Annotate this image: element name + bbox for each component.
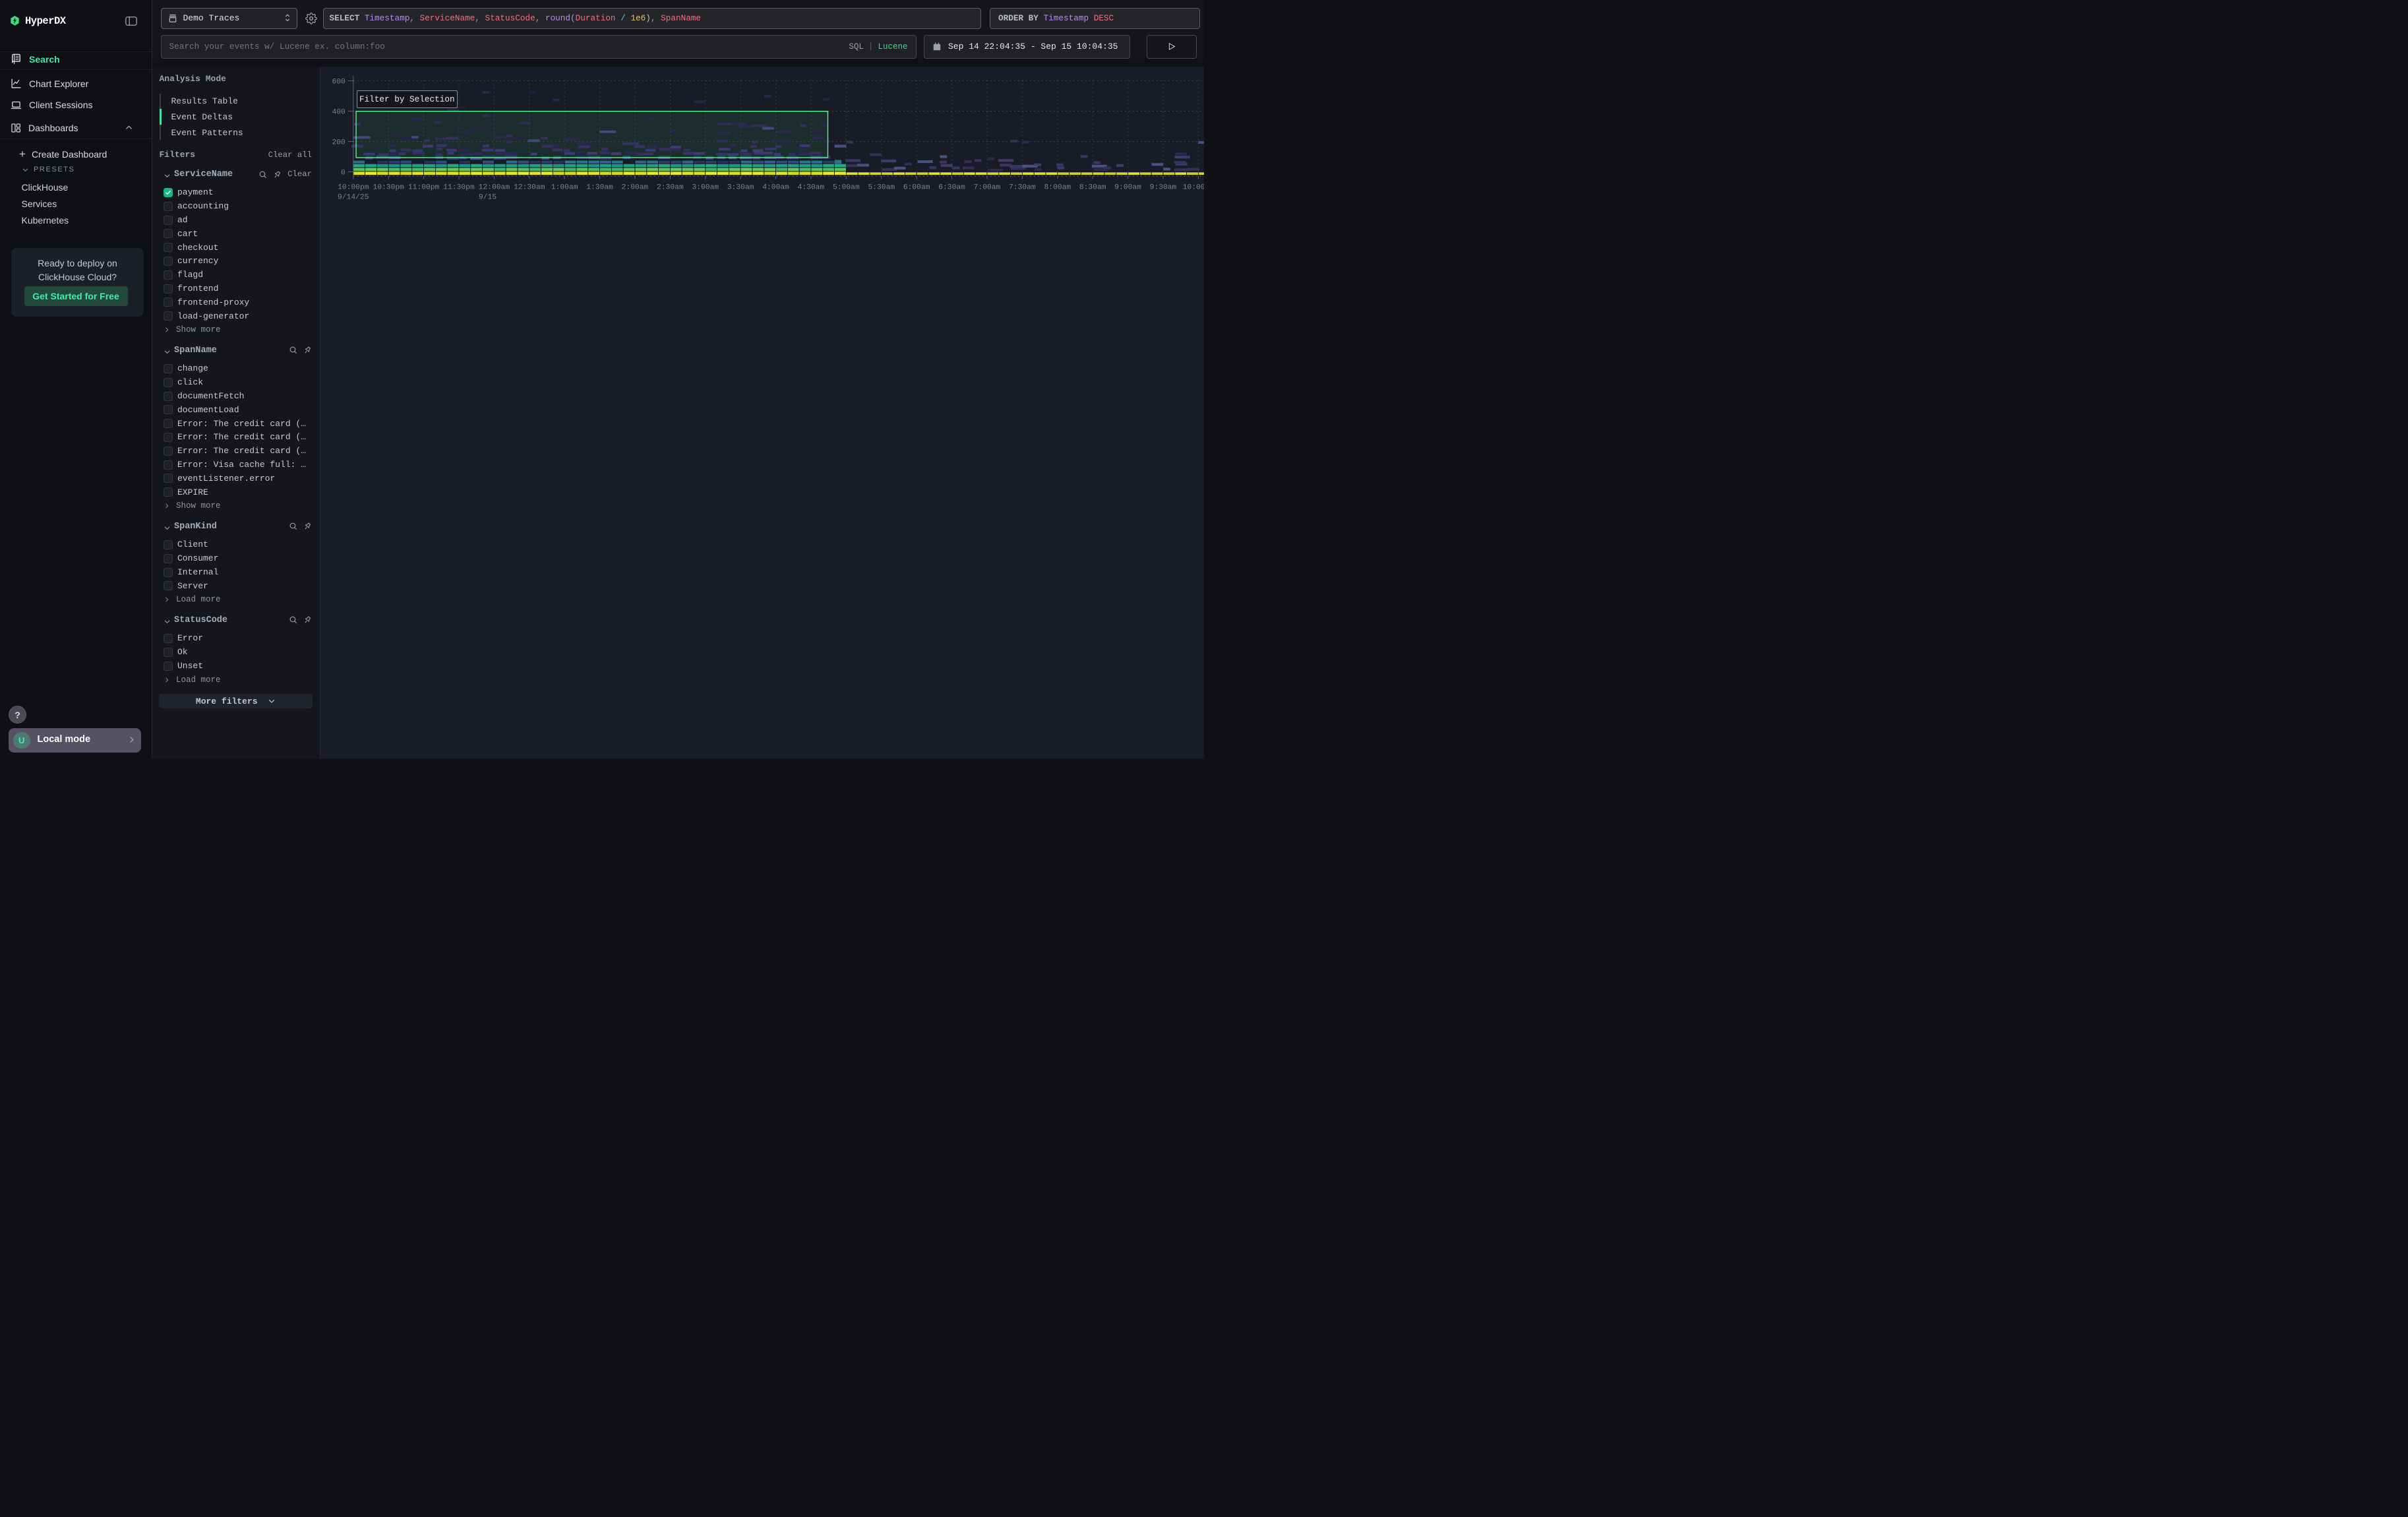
svg-text:1:00am: 1:00am xyxy=(551,184,578,192)
svg-text:400: 400 xyxy=(332,108,346,116)
svg-text:200: 200 xyxy=(332,139,346,146)
svg-text:8:30am: 8:30am xyxy=(1079,184,1106,192)
svg-text:6:00am: 6:00am xyxy=(903,184,930,192)
svg-text:4:30am: 4:30am xyxy=(798,184,825,192)
svg-text:1:30am: 1:30am xyxy=(586,184,613,192)
svg-text:600: 600 xyxy=(332,78,346,86)
svg-text:8:00am: 8:00am xyxy=(1044,184,1071,192)
svg-text:10:00pm: 10:00pm xyxy=(338,184,369,192)
svg-text:5:30am: 5:30am xyxy=(868,184,895,192)
svg-text:2:00am: 2:00am xyxy=(622,184,649,192)
svg-text:3:30am: 3:30am xyxy=(727,184,754,192)
svg-text:3:00am: 3:00am xyxy=(692,184,719,192)
svg-text:11:30pm: 11:30pm xyxy=(443,184,475,192)
svg-text:7:00am: 7:00am xyxy=(974,184,1001,192)
svg-text:10:00am: 10:00am xyxy=(1183,184,1204,192)
svg-text:12:00am: 12:00am xyxy=(479,184,510,192)
svg-text:4:00am: 4:00am xyxy=(762,184,789,192)
svg-text:10:30pm: 10:30pm xyxy=(373,184,404,192)
svg-text:9:30am: 9:30am xyxy=(1150,184,1177,192)
svg-text:2:30am: 2:30am xyxy=(657,184,684,192)
svg-text:11:00pm: 11:00pm xyxy=(408,184,440,192)
svg-text:7:30am: 7:30am xyxy=(1009,184,1036,192)
svg-text:9/14/25: 9/14/25 xyxy=(338,194,369,202)
svg-text:9:00am: 9:00am xyxy=(1114,184,1141,192)
svg-text:12:30am: 12:30am xyxy=(514,184,545,192)
svg-text:6:30am: 6:30am xyxy=(938,184,965,192)
svg-text:5:00am: 5:00am xyxy=(833,184,860,192)
svg-text:9/15: 9/15 xyxy=(479,194,497,202)
svg-text:0: 0 xyxy=(341,169,346,177)
